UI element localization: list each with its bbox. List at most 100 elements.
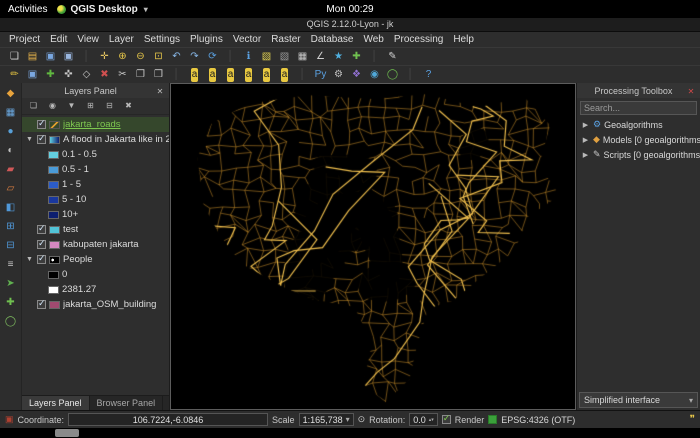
interface-mode-select[interactable]: Simplified interface [579, 392, 698, 408]
layer-visibility-checkbox[interactable] [37, 225, 46, 234]
attribute-table-icon[interactable]: ▦ [294, 49, 311, 65]
plugin-manager-icon[interactable]: ❖ [348, 67, 365, 83]
add-gpx-layer-icon[interactable]: ➤ [2, 276, 19, 291]
menu-edit[interactable]: Edit [45, 32, 72, 47]
menu-database[interactable]: Database [306, 32, 359, 47]
cut-features-icon[interactable]: ✂ [114, 67, 131, 83]
toolbar-separator[interactable]: │ [366, 49, 383, 65]
coordinate-input[interactable] [68, 413, 268, 426]
annotation-icon[interactable]: ✎ [384, 49, 401, 65]
expand-all-icon[interactable]: ⊞ [82, 99, 99, 113]
layer-item-people[interactable]: People [22, 252, 169, 267]
save-project-as-icon[interactable]: ▣ [60, 49, 77, 65]
crs-button[interactable]: EPSG:4326 (OTF) [501, 415, 575, 425]
menu-project[interactable]: Project [4, 32, 45, 47]
label-properties-icon[interactable]: a [276, 67, 293, 83]
legend-item-flood-class2[interactable]: 0.5 - 1 [22, 162, 169, 177]
manage-themes-icon[interactable]: ◉ [44, 99, 61, 113]
toolbar-separator[interactable]: │ [78, 49, 95, 65]
proc-item-scripts[interactable]: ✎ Scripts [0 geoalgorithms] [577, 147, 700, 162]
add-mssql-layer-icon[interactable]: ▰ [2, 162, 19, 177]
layer-visibility-checkbox[interactable] [37, 120, 46, 129]
node-tool-icon[interactable]: ◇ [78, 67, 95, 83]
toolbar-separator[interactable]: │ [294, 67, 311, 83]
add-wcs-layer-icon[interactable]: ⊞ [2, 219, 19, 234]
layer-item-jakarta-roads[interactable]: jakarta_roads [22, 117, 169, 132]
labeling-icon[interactable]: a [186, 67, 203, 83]
identify-features-icon[interactable]: ℹ [240, 49, 257, 65]
new-project-icon[interactable]: ❏ [6, 49, 23, 65]
pan-map-icon[interactable]: ✛ [96, 49, 113, 65]
layer-item-flood-2007[interactable]: A flood in Jakarta like in 2007 [22, 132, 169, 147]
spinner-arrows-icon[interactable]: ▴▾ [429, 418, 434, 422]
label-pin-icon[interactable]: a [204, 67, 221, 83]
menu-processing[interactable]: Processing [389, 32, 448, 47]
add-group-icon[interactable]: ❏ [25, 99, 42, 113]
osm-plugin-icon[interactable]: ◯ [384, 67, 401, 83]
zoom-full-icon[interactable]: ⊡ [150, 49, 167, 65]
add-feature-icon[interactable]: ✚ [42, 67, 59, 83]
measure-line-icon[interactable]: ∠ [312, 49, 329, 65]
open-project-icon[interactable]: ▤ [24, 49, 41, 65]
window-titlebar[interactable]: QGIS 2.12.0-Lyon - jk [0, 18, 700, 32]
zoom-last-icon[interactable]: ↶ [168, 49, 185, 65]
add-wms-layer-icon[interactable]: ◧ [2, 200, 19, 215]
python-console-icon[interactable]: Py [312, 67, 329, 83]
save-project-icon[interactable]: ▣ [42, 49, 59, 65]
collapse-all-icon[interactable]: ⊟ [101, 99, 118, 113]
layer-visibility-checkbox[interactable] [37, 300, 46, 309]
toolbar-separator[interactable]: │ [402, 67, 419, 83]
map-canvas[interactable] [171, 84, 575, 409]
paste-features-icon[interactable]: ❒ [150, 67, 167, 83]
tab-browser-panel[interactable]: Browser Panel [90, 396, 164, 410]
log-messages-icon[interactable]: ❞ [690, 414, 695, 425]
add-spatialite-layer-icon[interactable]: ◐ [2, 143, 19, 158]
add-oracle-layer-icon[interactable]: ▱ [2, 181, 19, 196]
filter-legend-icon[interactable]: ▼ [63, 99, 80, 113]
menu-web[interactable]: Web [358, 32, 388, 47]
save-edits-icon[interactable]: ▣ [24, 67, 41, 83]
menu-plugins[interactable]: Plugins [185, 32, 228, 47]
legend-item-flood-class3[interactable]: 1 - 5 [22, 177, 169, 192]
delete-selected-icon[interactable]: ✖ [96, 67, 113, 83]
proc-item-models[interactable]: ◆ Models [0 geoalgorithms] [577, 132, 700, 147]
legend-item-people-class2[interactable]: 2381.27 [22, 282, 169, 297]
add-raster-layer-icon[interactable]: ▦ [2, 105, 19, 120]
processing-search-input[interactable] [580, 101, 697, 115]
copy-features-icon[interactable]: ❐ [132, 67, 149, 83]
magnifier-lock-icon[interactable]: ⊙ [358, 414, 366, 425]
proc-item-geoalgorithms[interactable]: ⚙ Geoalgorithms [577, 117, 700, 132]
layer-item-test[interactable]: test [22, 222, 169, 237]
help-icon[interactable]: ? [420, 67, 437, 83]
bookmark-icon[interactable]: ★ [330, 49, 347, 65]
processing-options-icon[interactable]: ⚙ [330, 67, 347, 83]
scale-combobox[interactable]: 1:165,738 [299, 413, 354, 426]
toggle-editing-icon[interactable]: ✏ [6, 67, 23, 83]
move-feature-icon[interactable]: ✜ [60, 67, 77, 83]
expander-icon[interactable] [581, 121, 590, 129]
add-wfs-layer-icon[interactable]: ⊟ [2, 238, 19, 253]
rotation-spinbox[interactable]: 0.0 ▴▾ [409, 413, 438, 426]
tray-window-button[interactable] [55, 429, 79, 437]
menu-raster[interactable]: Raster [266, 32, 305, 47]
add-postgis-layer-icon[interactable]: ● [2, 124, 19, 139]
toolbar-separator[interactable]: │ [222, 49, 239, 65]
layer-visibility-checkbox[interactable] [37, 240, 46, 249]
menu-vector[interactable]: Vector [228, 32, 266, 47]
menu-settings[interactable]: Settings [139, 32, 185, 47]
web-plugin-icon[interactable]: ◉ [366, 67, 383, 83]
app-menu-button[interactable]: QGIS Desktop [57, 4, 147, 15]
expander-icon[interactable] [25, 136, 34, 143]
menu-view[interactable]: View [72, 32, 104, 47]
deselect-features-icon[interactable]: ▧ [276, 49, 293, 65]
legend-item-flood-class5[interactable]: 10+ [22, 207, 169, 222]
layer-item-kabupaten-jakarta[interactable]: kabupaten jakarta [22, 237, 169, 252]
tab-layers-panel[interactable]: Layers Panel [22, 396, 90, 410]
add-delimited-text-icon[interactable]: ≡ [2, 257, 19, 272]
new-bookmark-icon[interactable]: ✚ [348, 49, 365, 65]
select-features-icon[interactable]: ▧ [258, 49, 275, 65]
zoom-in-icon[interactable]: ⊕ [114, 49, 131, 65]
legend-item-flood-class1[interactable]: 0.1 - 0.5 [22, 147, 169, 162]
label-rotate-icon[interactable]: a [258, 67, 275, 83]
label-move-icon[interactable]: a [240, 67, 257, 83]
